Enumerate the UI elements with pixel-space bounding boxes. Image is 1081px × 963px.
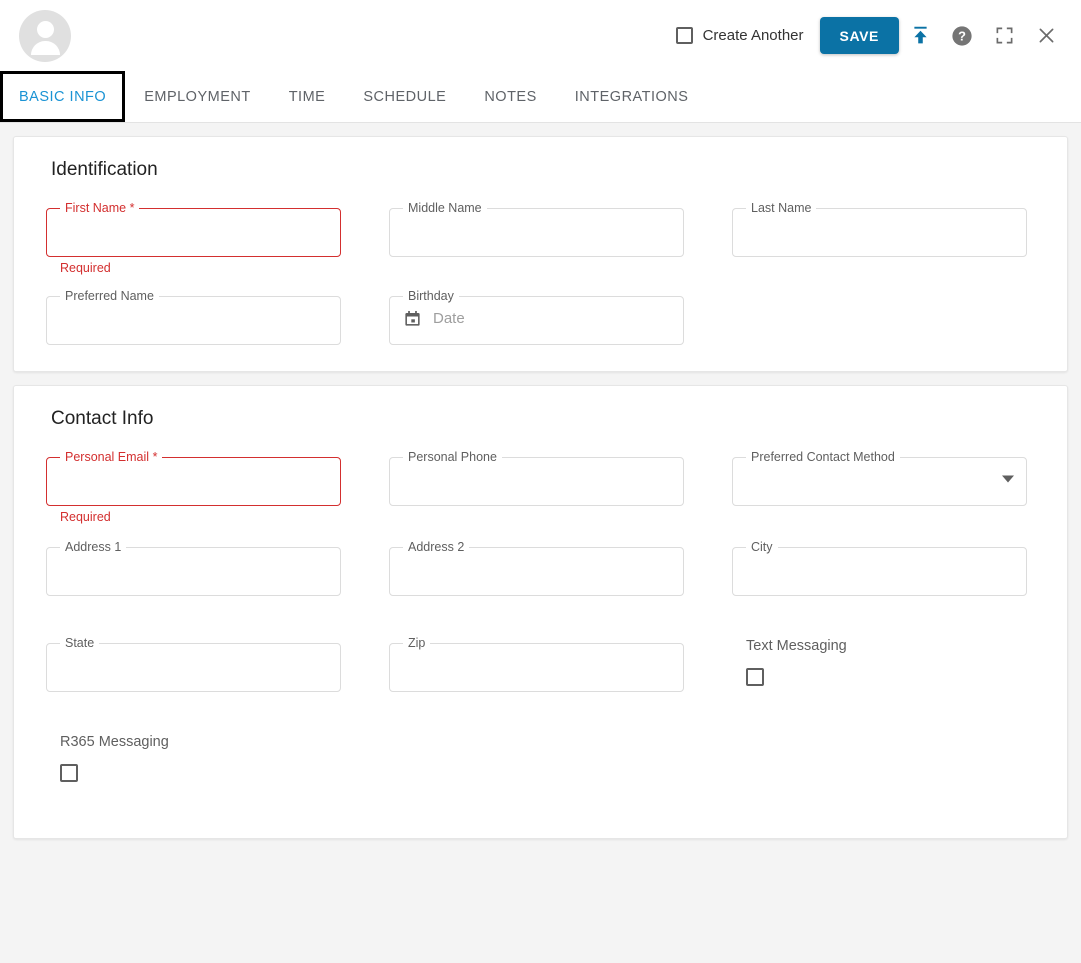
app-header: Create Another SAVE ? <box>0 0 1081 71</box>
first-name-field[interactable]: First Name * <box>46 202 341 257</box>
birthday-field[interactable]: Birthday Date <box>389 290 684 345</box>
tab-integrations[interactable]: INTEGRATIONS <box>556 71 708 122</box>
preferred-name-field[interactable]: Preferred Name <box>46 290 341 345</box>
last-name-input[interactable] <box>732 203 1027 257</box>
zip-cell: Zip <box>389 637 684 692</box>
preferred-contact-method-field[interactable]: Preferred Contact Method <box>732 451 1027 506</box>
svg-text:?: ? <box>958 28 966 43</box>
birthday-input[interactable]: Date <box>389 291 684 345</box>
identification-row-1: First Name * Required Middle Name Last N… <box>46 202 1035 275</box>
city-field[interactable]: City <box>732 541 1027 596</box>
zip-field[interactable]: Zip <box>389 637 684 692</box>
create-another-label: Create Another <box>702 27 804 44</box>
first-name-input[interactable] <box>46 203 341 257</box>
preferred-name-input[interactable] <box>46 291 341 345</box>
tab-schedule[interactable]: SCHEDULE <box>344 71 465 122</box>
state-cell: State <box>46 637 341 692</box>
personal-email-error: Required <box>60 510 111 524</box>
personal-email-input[interactable] <box>46 452 341 506</box>
contact-info-card: Contact Info Personal Email * Required P… <box>13 385 1068 839</box>
address-1-field[interactable]: Address 1 <box>46 541 341 596</box>
form-content: Identification First Name * Required Mid… <box>0 123 1081 962</box>
personal-phone-field[interactable]: Personal Phone <box>389 451 684 506</box>
personal-email-cell: Personal Email * Required <box>46 451 341 524</box>
r365-messaging-cell: R365 Messaging <box>46 734 341 782</box>
birthday-cell: Birthday Date <box>389 290 684 345</box>
last-name-cell: Last Name <box>732 202 1027 257</box>
zip-input[interactable] <box>389 638 684 692</box>
middle-name-cell: Middle Name <box>389 202 684 257</box>
first-name-cell: First Name * Required <box>46 202 341 275</box>
tab-bar: BASIC INFO EMPLOYMENT TIME SCHEDULE NOTE… <box>0 71 1081 123</box>
contact-row-1: Personal Email * Required Personal Phone <box>46 451 1035 524</box>
text-messaging-checkbox[interactable] <box>746 668 764 686</box>
preferred-contact-method-cell: Preferred Contact Method <box>732 451 1027 506</box>
text-messaging-cell: Text Messaging <box>732 638 1027 692</box>
city-cell: City <box>732 541 1027 596</box>
tab-notes[interactable]: NOTES <box>465 71 555 122</box>
fullscreen-icon[interactable] <box>983 15 1025 57</box>
personal-phone-input[interactable] <box>389 452 684 506</box>
first-name-error: Required <box>60 261 111 275</box>
tab-employment[interactable]: EMPLOYMENT <box>125 71 270 122</box>
address-2-cell: Address 2 <box>389 541 684 596</box>
middle-name-input[interactable] <box>389 203 684 257</box>
employee-avatar[interactable] <box>19 9 71 62</box>
avatar-body-shape <box>30 40 60 55</box>
city-input[interactable] <box>732 542 1027 596</box>
address-2-field[interactable]: Address 2 <box>389 541 684 596</box>
header-actions: Create Another SAVE ? <box>675 15 1081 57</box>
preferred-name-cell: Preferred Name <box>46 290 341 345</box>
last-name-field[interactable]: Last Name <box>732 202 1027 257</box>
save-button[interactable]: SAVE <box>819 17 899 54</box>
contact-row-2: Address 1 Address 2 City <box>46 541 1035 596</box>
identification-row-2: Preferred Name Birthday Date <box>46 290 1035 345</box>
close-icon[interactable] <box>1025 15 1067 57</box>
identification-title: Identification <box>51 159 158 180</box>
help-icon[interactable]: ? <box>941 15 983 57</box>
r365-messaging-checkbox[interactable] <box>60 764 78 782</box>
address-1-cell: Address 1 <box>46 541 341 596</box>
text-messaging-label: Text Messaging <box>746 638 847 654</box>
middle-name-field[interactable]: Middle Name <box>389 202 684 257</box>
avatar-head-shape <box>36 20 54 38</box>
create-another-checkbox-box[interactable] <box>675 27 693 44</box>
calendar-icon <box>403 309 422 328</box>
contact-row-4: R365 Messaging <box>46 734 1035 782</box>
preferred-contact-method-value[interactable] <box>732 452 1027 506</box>
upload-icon[interactable] <box>899 15 941 57</box>
birthday-placeholder: Date <box>433 309 465 327</box>
r365-messaging-label: R365 Messaging <box>60 734 169 750</box>
address-1-input[interactable] <box>46 542 341 596</box>
identification-card: Identification First Name * Required Mid… <box>13 136 1068 372</box>
tab-time[interactable]: TIME <box>270 71 345 122</box>
state-field[interactable]: State <box>46 637 341 692</box>
address-2-input[interactable] <box>389 542 684 596</box>
personal-phone-cell: Personal Phone <box>389 451 684 506</box>
contact-row-3: State Zip Text Messaging <box>46 637 1035 692</box>
state-input[interactable] <box>46 638 341 692</box>
create-another-checkbox[interactable]: Create Another <box>675 27 804 44</box>
tab-basic-info[interactable]: BASIC INFO <box>0 71 126 122</box>
personal-email-field[interactable]: Personal Email * <box>46 451 341 506</box>
contact-info-title: Contact Info <box>51 408 154 429</box>
